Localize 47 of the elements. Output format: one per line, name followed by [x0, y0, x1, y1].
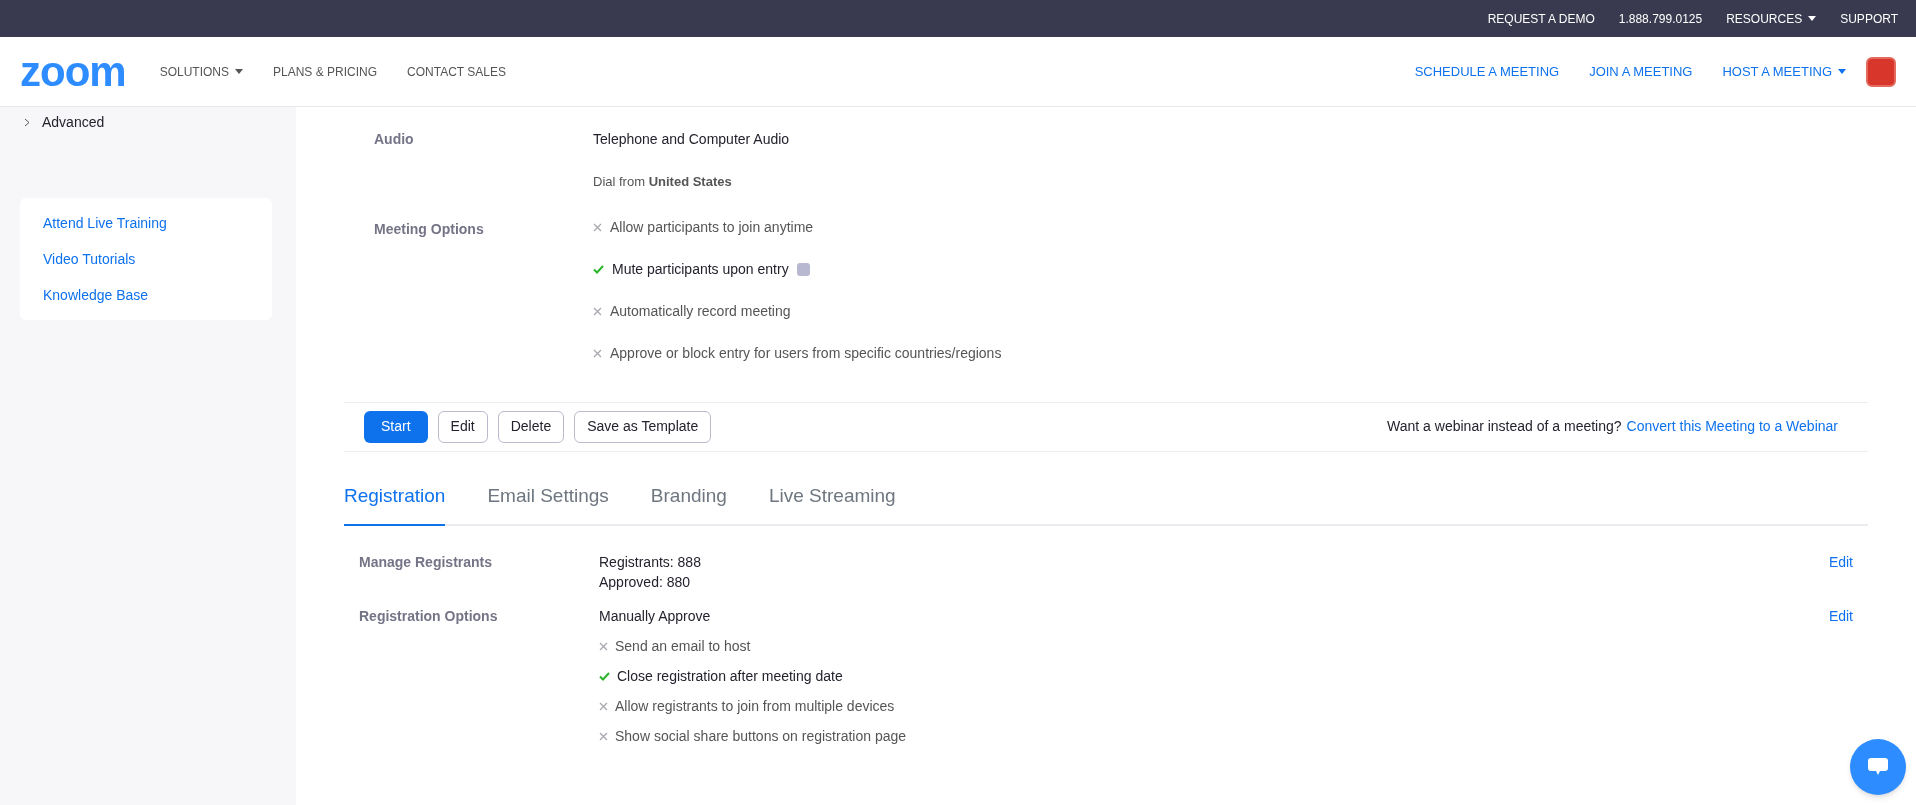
chat-button[interactable]: [1850, 739, 1906, 795]
nav-link[interactable]: SOLUTIONS: [159, 62, 243, 81]
header-action-link[interactable]: HOST A MEETING: [1722, 61, 1846, 82]
nav-link[interactable]: PLANS & PRICING: [273, 62, 378, 81]
tab[interactable]: Registration: [344, 481, 446, 526]
option-text: Send an email to host: [615, 637, 751, 656]
header-action-link[interactable]: JOIN A MEETING: [1589, 61, 1693, 82]
option-text: Allow registrants to join from multiple devices: [615, 697, 895, 716]
option-text: Close registration after meeting date: [617, 667, 843, 686]
audio-value: Telephone and Computer Audio: [593, 130, 790, 149]
edit-link[interactable]: Edit: [1828, 552, 1853, 592]
dial-from-text: Dial from United States: [593, 173, 733, 191]
top-bar-link[interactable]: REQUEST A DEMO: [1487, 9, 1595, 28]
option-text: Approve or block entry for users from specific countries/regions: [610, 343, 1002, 363]
approval-value: Manually Approve: [599, 607, 712, 626]
field-label: Registration Options: [359, 607, 499, 626]
zoom-logo[interactable]: zoom: [20, 50, 126, 93]
chat-bubble-icon: [1868, 758, 1888, 776]
sidebar-item[interactable]: Advanced: [20, 110, 276, 134]
webinar-prompt: Want a webinar instead of a meeting?: [1387, 417, 1622, 436]
help-link[interactable]: Attend Live Training: [43, 212, 249, 234]
field-label: Meeting Options: [373, 219, 485, 239]
action-button[interactable]: Delete: [497, 410, 565, 443]
tab[interactable]: Email Settings: [487, 481, 609, 526]
header-action-link[interactable]: SCHEDULE A MEETING: [1414, 61, 1560, 82]
nav-link[interactable]: CONTACT SALES: [407, 62, 506, 81]
registrant-count: Registrants: 888: [599, 553, 702, 572]
option-text: Show social share buttons on registration page: [615, 727, 907, 746]
convert-webinar-link[interactable]: Convert this Meeting to a Webinar: [1626, 416, 1838, 437]
option-text: Mute participants upon entry: [612, 259, 789, 279]
option-text: Allow participants to join anytime: [610, 217, 814, 237]
field-label: Manage Registrants: [359, 553, 494, 572]
action-button[interactable]: Edit: [437, 410, 488, 443]
edit-link[interactable]: Edit: [1828, 606, 1853, 627]
tab[interactable]: Live Streaming: [768, 481, 896, 526]
help-link[interactable]: Knowledge Base: [43, 284, 249, 306]
action-button[interactable]: Start: [364, 410, 428, 443]
option-text: Automatically record meeting: [610, 301, 791, 321]
avatar[interactable]: [1866, 56, 1896, 87]
tab[interactable]: Branding: [650, 481, 727, 526]
top-bar-link[interactable]: 1.888.799.0125: [1618, 9, 1703, 28]
registrant-count: Approved: 880: [599, 573, 692, 592]
field-label: Audio: [373, 130, 415, 149]
help-link[interactable]: Video Tutorials: [43, 248, 249, 270]
top-bar-link[interactable]: SUPPORT: [1840, 9, 1898, 28]
action-button[interactable]: Save as Template: [574, 410, 712, 443]
top-bar-link[interactable]: RESOURCES: [1726, 9, 1817, 28]
